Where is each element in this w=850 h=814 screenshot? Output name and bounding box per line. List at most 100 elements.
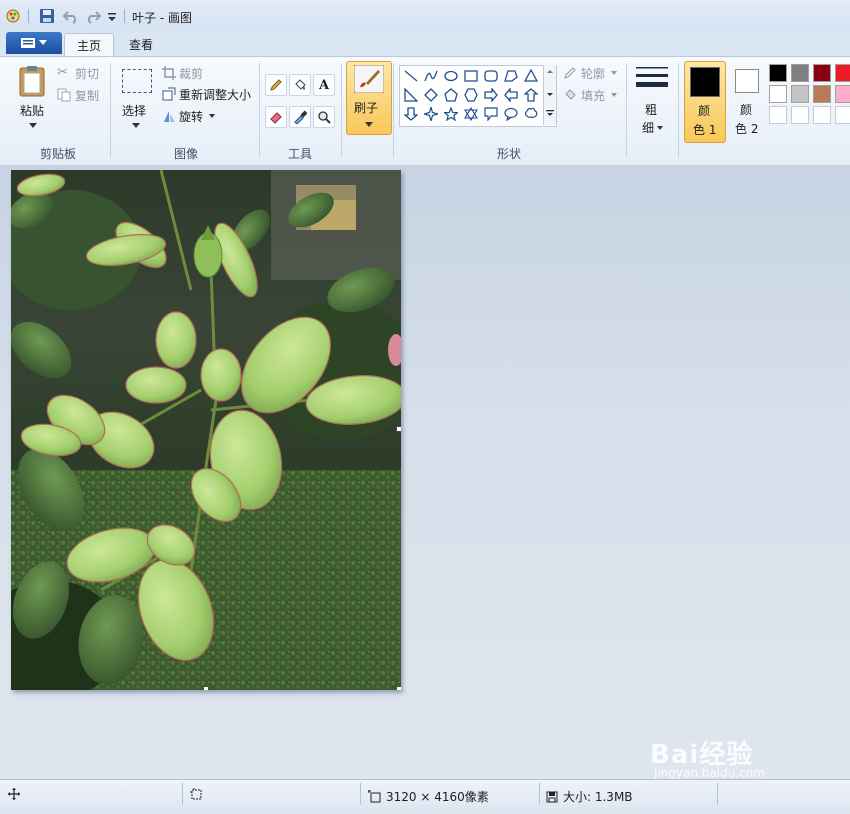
brush-icon [354,65,384,93]
crop-icon [162,66,176,80]
outline-label: 轮廓 [581,67,606,81]
image-dimensions-text: 3120 × 4160像素 [386,790,489,804]
image-group-label: 图像 [173,147,198,161]
palette-swatch[interactable] [813,106,831,124]
group-divider [678,63,679,157]
rotate-button[interactable]: 旋转 [162,107,222,125]
resize-handle-corner[interactable] [396,686,401,690]
six-point-star-shape-icon[interactable] [462,105,480,123]
color-picker-tool[interactable] [289,106,311,128]
diamond-shape-icon[interactable] [422,86,440,104]
group-divider [259,63,260,157]
palette-swatch[interactable] [769,64,787,82]
paste-button[interactable]: 粘贴 [14,63,52,135]
select-marquee-icon [122,69,152,93]
palette-swatch[interactable] [791,106,809,124]
palette-swatch[interactable] [791,64,809,82]
dimensions-icon [368,790,381,803]
size-button[interactable]: 粗 细 [632,63,672,141]
rounded-rectangle-shape-icon[interactable] [482,67,500,85]
color-1-button[interactable]: 颜 色 1 [684,61,726,143]
ribbon-tab-row: 主页 查看 [0,32,850,57]
image-canvas[interactable] [11,170,401,690]
eyedropper-icon [294,110,307,124]
rect-callout-shape-icon[interactable] [482,105,500,123]
shapes-gallery-scrollbar[interactable] [543,65,556,125]
magnifier-tool[interactable] [313,106,335,128]
eraser-tool[interactable] [265,106,287,128]
curve-shape-icon[interactable] [422,67,440,85]
tab-home[interactable]: 主页 [64,33,114,57]
redo-icon[interactable] [85,8,101,24]
copy-button[interactable]: 复制 [57,86,107,104]
paste-label: 粘贴 [20,104,45,118]
clipboard-icon [19,66,45,97]
select-button[interactable]: 选择 [118,63,154,135]
line-thickness-icon [636,67,668,87]
right-arrow-shape-icon[interactable] [482,86,500,104]
down-arrow-shape-icon[interactable] [402,105,420,123]
triangle-shape-icon[interactable] [522,67,540,85]
rectangle-shape-icon[interactable] [462,67,480,85]
rotate-label: 旋转 [179,110,204,124]
selection-icon [190,788,202,800]
clipboard-group-label: 剪贴板 [39,147,76,161]
cut-button[interactable]: ✂ 剪切 [57,64,107,82]
resize-button[interactable]: 重新调整大小 [162,85,256,103]
color-2-label-line2: 色 2 [735,122,759,136]
outline-button[interactable]: 轮廓 [563,65,621,83]
oval-callout-shape-icon[interactable] [502,105,520,123]
cursor-position [8,788,20,800]
line-shape-icon[interactable] [402,67,420,85]
right-triangle-shape-icon[interactable] [402,86,420,104]
text-tool[interactable]: A [313,74,335,96]
palette-swatch[interactable] [791,85,809,103]
rotate-icon [164,111,175,122]
four-point-star-shape-icon[interactable] [422,105,440,123]
window-title: 叶子 - 画图 [132,11,192,25]
palette-swatch[interactable] [769,85,787,103]
baidu-jingyan-watermark: Bai经验 jingyan.baidu.com [648,720,808,780]
oval-shape-icon[interactable] [442,67,460,85]
tab-view[interactable]: 查看 [116,33,166,56]
pentagon-shape-icon[interactable] [442,86,460,104]
group-divider [626,63,627,157]
palette-swatch[interactable] [835,106,850,124]
shapes-gallery[interactable] [399,65,557,127]
left-arrow-shape-icon[interactable] [502,86,520,104]
chevron-down-icon [611,93,617,97]
brushes-button[interactable]: 刷子 [346,61,392,135]
palette-swatch[interactable] [835,64,850,82]
paint-menu-button[interactable] [6,32,62,54]
hexagon-shape-icon[interactable] [462,86,480,104]
color-2-button[interactable]: 颜 色 2 [730,61,766,141]
resize-handle-right[interactable] [396,426,401,432]
palette-swatch[interactable] [835,85,850,103]
five-point-star-shape-icon[interactable] [442,105,460,123]
fill-button[interactable]: 填充 [563,87,621,105]
polygon-shape-icon[interactable] [502,67,520,85]
resize-icon [162,87,176,101]
customize-toolbar-chevron-icon[interactable] [104,8,120,24]
cloud-callout-shape-icon[interactable] [522,105,540,123]
pencil-icon [270,79,282,91]
pencil-tool[interactable] [265,74,287,96]
palette-swatch[interactable] [813,85,831,103]
save-icon[interactable] [39,8,55,24]
color-1-label-line1: 颜 [698,104,711,118]
group-divider [341,63,342,157]
group-divider [110,63,111,157]
undo-icon[interactable] [63,8,79,24]
resize-handle-bottom[interactable] [203,686,209,690]
crop-button[interactable]: 裁剪 [162,64,222,82]
chevron-down-icon [39,40,47,45]
size-label-line1: 粗 [645,103,658,117]
palette-swatch[interactable] [813,64,831,82]
fill-tool[interactable] [289,74,311,96]
up-arrow-shape-icon[interactable] [522,86,540,104]
copy-icon [57,88,71,102]
palette-swatch[interactable] [769,106,787,124]
color-1-swatch [690,67,720,97]
paint-app-icon[interactable] [6,8,22,24]
cut-label: 剪切 [75,67,100,81]
